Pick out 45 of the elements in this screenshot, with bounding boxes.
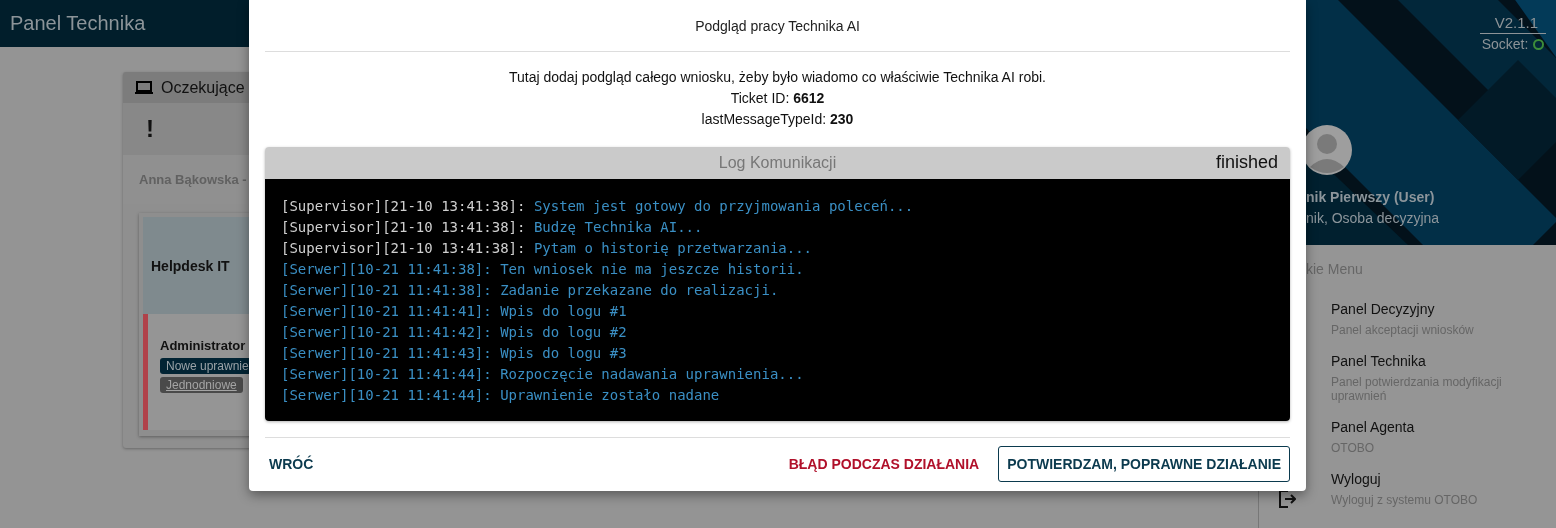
log-message: Rozpoczęcie nadawania uprawnienia... xyxy=(500,366,804,382)
confirm-button[interactable]: POTWIERDZAM, POPRAWNE DZIAŁANIE xyxy=(998,446,1290,482)
menu-item-title: Panel Agenta xyxy=(1331,419,1416,435)
log-status: finished xyxy=(1215,152,1278,173)
log-prefix: [Serwer][10-21 11:41:42]: xyxy=(281,324,492,340)
description-text: lastMessageTypeId: 230 xyxy=(701,111,854,128)
menu-item-title: Panel Decyzyjny xyxy=(1331,301,1436,317)
log-prefix: [Serwer][10-21 11:41:38]: xyxy=(281,261,492,277)
log-prefix: [Serwer][10-21 11:41:41]: xyxy=(281,303,492,319)
group-name: Helpdesk IT xyxy=(151,257,230,274)
error-button[interactable]: BŁĄD PODCZAS DZIAŁANIA xyxy=(779,446,989,482)
log-message: Ten wniosek nie ma jeszcze historii. xyxy=(500,261,804,277)
log-message: System jest gotowy do przyjmowania poleceń... xyxy=(533,198,914,214)
dialog-title: Podgląd pracy Technika AI xyxy=(265,0,1290,52)
log-title: Log Komunikacji xyxy=(718,154,837,172)
menu-item-title: Panel Technika xyxy=(1331,353,1427,369)
log-message: Wpis do logu #3 xyxy=(500,345,627,361)
log-message: Zadanie przekazane do realizacji. xyxy=(500,282,779,298)
tag: Jednodniowe xyxy=(160,377,243,393)
log-message: Uprawnienie zostało nadane xyxy=(500,387,720,403)
laptop-icon xyxy=(135,80,153,95)
log-prefix: [Supervisor][21-10 13:41:38]: xyxy=(281,219,526,235)
log-prefix: [Serwer][10-21 11:41:44]: xyxy=(281,387,492,403)
app-title: Panel Technika xyxy=(10,12,146,35)
user-name: nik Pierwszy (User) xyxy=(1306,189,1435,205)
logout-icon xyxy=(1278,490,1296,508)
log-prefix: [Supervisor][21-10 13:41:38]: xyxy=(281,198,526,214)
log-prefix: [Serwer][10-21 11:41:38]: xyxy=(281,282,492,298)
alert-mark: ! xyxy=(146,115,154,143)
menu-item-title: Wyloguj xyxy=(1331,471,1382,487)
log-message: Wpis do logu #2 xyxy=(500,324,627,340)
card-title: Oczekujące xyxy=(161,78,245,97)
version-label: V2.1.1 xyxy=(1480,14,1546,34)
log-message: Pytam o historię przetwarzania... xyxy=(533,240,813,256)
log-message: Wpis do logu #1 xyxy=(500,303,627,319)
log-message: Budzę Technika AI... xyxy=(533,219,703,235)
log-prefix: [Supervisor][21-10 13:41:38]: xyxy=(281,240,526,256)
description-text: Ticket ID: 6612 xyxy=(730,90,825,107)
user-roles: nik, Osoba decyzyjna xyxy=(1306,210,1440,226)
log-prefix: [Serwer][10-21 11:41:43]: xyxy=(281,345,492,361)
role-name: Administrator xyxy=(160,338,246,353)
socket-label: Socket: xyxy=(1481,36,1529,52)
back-button[interactable]: WRÓĆ xyxy=(265,446,323,482)
description-text: Tutaj dodaj podgląd całego wniosku, żeby było wiadomo co właściwie Technika AI robi. xyxy=(509,69,1046,86)
log-prefix: [Serwer][10-21 11:41:44]: xyxy=(281,366,492,382)
